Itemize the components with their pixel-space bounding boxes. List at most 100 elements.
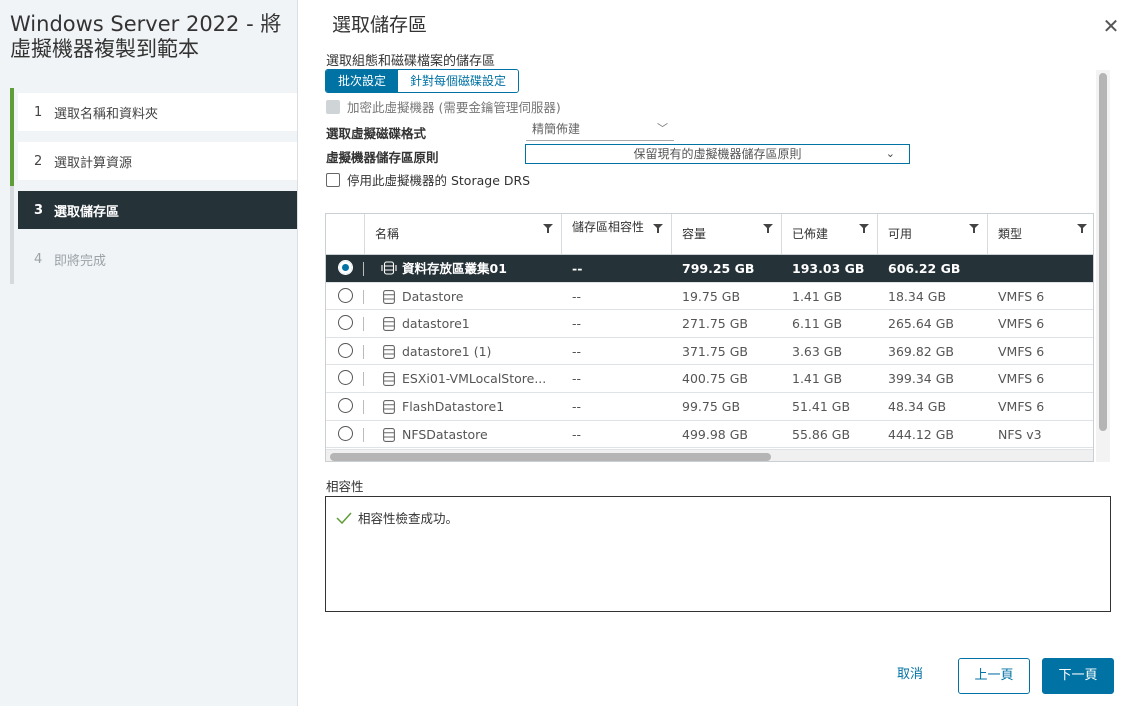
row-radio[interactable] [338, 342, 353, 358]
step-select-compute-resource[interactable]: 2 選取計算資源 [18, 142, 297, 180]
storage-policy-value: 保留現有的虛擬機器儲存區原則 [633, 147, 802, 161]
encrypt-vm-label: 加密此虛擬機器 (需要金鑰管理伺服器) [347, 100, 561, 115]
filter-icon[interactable] [653, 224, 663, 234]
column-title: 容量 [682, 227, 707, 241]
disable-sdrs-option: 停用此虛擬機器的 Storage DRS [326, 170, 530, 189]
storage-policy-label: 虛擬機器儲存區原則 [326, 150, 439, 165]
cell-name: datastore1 (1) [402, 343, 492, 359]
chevron-down-icon: ﹀ [657, 122, 668, 135]
table-row[interactable]: datastore1 (1) -- 371.75 GB 3.63 GB 369.82 G… [326, 338, 1093, 366]
step-number: 2 [34, 153, 43, 169]
wizard-sidebar: Windows Server 2022 - 將虛擬機器複製到範本 1 選取名稱和… [0, 0, 298, 706]
filter-icon[interactable] [1077, 224, 1087, 234]
cell-capacity: 271.75 GB [682, 316, 748, 332]
disk-format-select[interactable]: 精簡佈建 ﹀ [526, 119, 674, 141]
cell-provisioned: 55.86 GB [792, 426, 851, 442]
horizontal-scrollbar[interactable] [326, 449, 1093, 461]
column-header-name[interactable]: 名稱 [364, 214, 561, 254]
table-row[interactable]: ESXi01-VMLocalStore... -- 400.75 GB 1.41 GB… [326, 365, 1093, 393]
step-ready-to-complete: 4 即將完成 [18, 240, 297, 278]
step-select-storage[interactable]: 3 選取儲存區 [18, 191, 297, 229]
cell-provisioned: 51.41 GB [792, 399, 851, 414]
page-title: 選取儲存區 [332, 14, 428, 36]
row-radio[interactable] [338, 398, 353, 413]
table-row[interactable]: FlashDatastore1 -- 99.75 GB 51.41 GB 48.34 G… [326, 393, 1093, 421]
cell-provisioned: 6.11 GB [792, 316, 843, 332]
row-divider [363, 372, 364, 387]
disk-format-label: 選取虛擬磁碟格式 [326, 126, 427, 141]
cell-provisioned: 193.03 GB [792, 261, 865, 276]
filter-icon[interactable] [543, 224, 553, 234]
cell-compatibility: -- [572, 426, 582, 442]
datastore-icon [383, 344, 395, 359]
step-label: 即將完成 [54, 253, 107, 269]
cell-compatibility: -- [572, 261, 583, 276]
cell-compatibility: -- [572, 343, 582, 359]
cell-compatibility: -- [572, 399, 582, 414]
compatibility-message-text: 相容性檢查成功。 [358, 511, 459, 526]
compatibility-label: 相容性 [326, 479, 364, 494]
datastore-icon [383, 317, 395, 332]
row-radio[interactable] [338, 315, 353, 331]
row-divider [363, 317, 364, 332]
datastore-grid: 名稱 儲存區相容性 容量 已佈建 可用 類型 資料存放區叢集01 -- 799.25… [325, 213, 1094, 462]
compatibility-message: 相容性檢查成功。 [336, 508, 458, 527]
cell-type: VMFS 6 [998, 316, 1045, 332]
table-row[interactable]: NFSDatastore -- 499.98 GB 55.86 GB 444.12 GB… [326, 421, 1093, 449]
wizard-title: Windows Server 2022 - 將虛擬機器複製到範本 [10, 12, 282, 61]
table-row[interactable]: Datastore -- 19.75 GB 1.41 GB 18.34 GB VMFS 6 [326, 283, 1093, 311]
step-select-name-folder[interactable]: 1 選取名稱和資料夾 [18, 93, 297, 131]
storage-policy-select[interactable]: 保留現有的虛擬機器儲存區原則 ⌄ [525, 144, 910, 164]
row-divider [363, 344, 364, 359]
column-header-type[interactable]: 類型 [987, 214, 1093, 254]
scrollbar-thumb[interactable] [330, 453, 771, 461]
column-header-capacity[interactable]: 容量 [671, 214, 781, 254]
cell-type [998, 255, 1088, 282]
row-radio[interactable] [338, 370, 353, 386]
row-divider [363, 262, 364, 276]
column-title: 名稱 [375, 227, 400, 241]
row-radio[interactable] [338, 425, 353, 441]
column-title: 儲存區相容性 [572, 220, 645, 234]
row-radio[interactable] [338, 287, 353, 303]
row-divider [363, 400, 364, 414]
filter-icon[interactable] [969, 224, 979, 234]
cell-provisioned: 1.41 GB [792, 288, 843, 304]
next-button[interactable]: 下一頁 [1042, 658, 1114, 694]
step-number: 3 [34, 202, 44, 218]
column-header-free[interactable]: 可用 [877, 214, 987, 254]
close-icon[interactable]: ✕ [1101, 16, 1121, 36]
cell-free: 18.34 GB [888, 288, 947, 304]
cell-provisioned: 1.41 GB [792, 371, 843, 387]
compatibility-panel: 相容性檢查成功。 [325, 496, 1111, 612]
column-header-compat[interactable]: 儲存區相容性 [561, 214, 671, 254]
table-row[interactable]: 資料存放區叢集01 -- 799.25 GB 193.03 GB 606.22 GB [326, 255, 1093, 283]
cell-free: 399.34 GB [888, 371, 954, 387]
column-title: 可用 [888, 227, 913, 241]
vertical-scrollbar[interactable] [1096, 70, 1110, 462]
cell-free: 369.82 GB [888, 343, 954, 359]
cell-type: VMFS 6 [998, 288, 1045, 304]
per-disk-config-button[interactable]: 針對每個磁碟設定 [398, 70, 519, 92]
cell-capacity: 19.75 GB [682, 288, 741, 304]
cell-type: VMFS 6 [998, 399, 1045, 414]
column-header-provisioned[interactable]: 已佈建 [781, 214, 877, 254]
disk-format-value: 精簡佈建 [532, 122, 581, 136]
cell-compatibility: -- [572, 371, 582, 387]
back-button[interactable]: 上一頁 [958, 658, 1030, 694]
cancel-button[interactable]: 取消 [888, 658, 932, 694]
cell-capacity: 499.98 GB [682, 426, 748, 442]
row-radio[interactable] [338, 260, 353, 275]
config-mode-toggle: 批次設定 針對每個磁碟設定 [325, 69, 520, 93]
datastore-icon [383, 289, 395, 304]
filter-icon[interactable] [763, 224, 773, 234]
table-row[interactable]: datastore1 -- 271.75 GB 6.11 GB 265.64 GB VMF… [326, 310, 1093, 338]
scrollbar-thumb[interactable] [1099, 73, 1107, 431]
cell-free: 48.34 GB [888, 399, 947, 414]
filter-icon[interactable] [859, 224, 869, 234]
check-icon [336, 511, 352, 524]
disable-sdrs-checkbox[interactable] [326, 172, 340, 187]
batch-config-button[interactable]: 批次設定 [326, 70, 399, 92]
storage-section-label: 選取組態和磁碟檔案的儲存區 [326, 54, 496, 69]
cell-free: 444.12 GB [888, 426, 954, 442]
